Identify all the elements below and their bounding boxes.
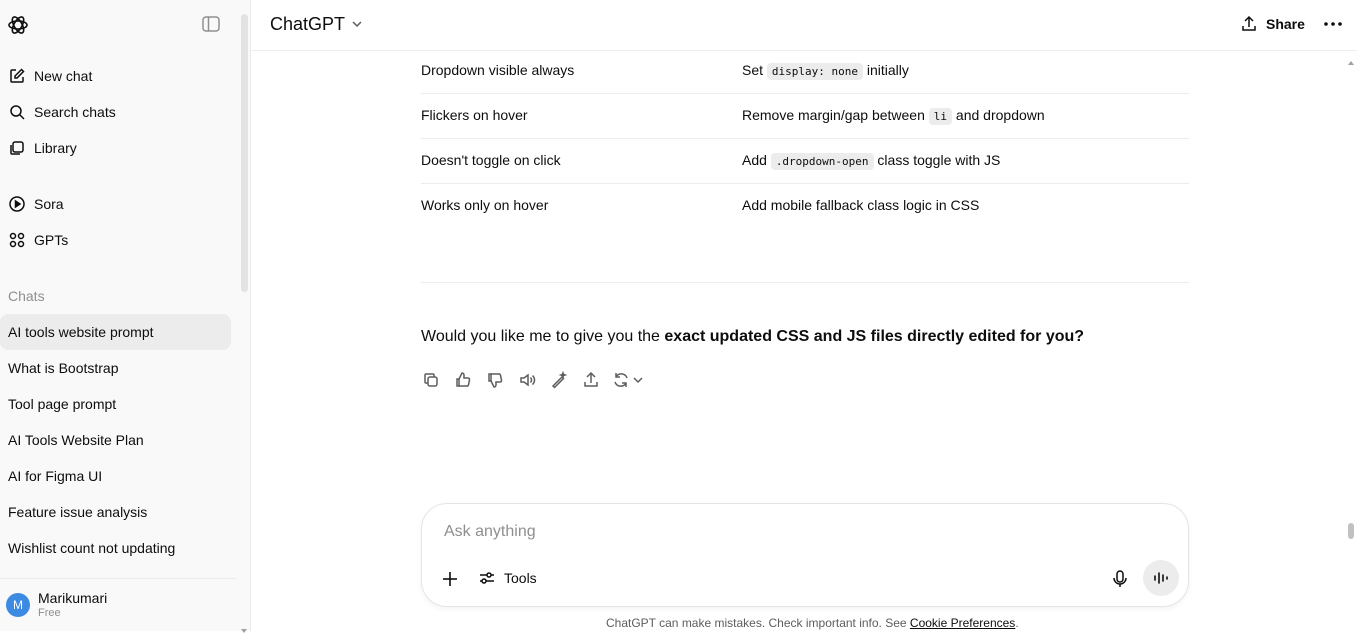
library-button[interactable]: Library	[0, 131, 231, 165]
share-label: Share	[1266, 16, 1305, 32]
user-plan: Free	[38, 607, 61, 619]
tools-label: Tools	[504, 570, 537, 586]
user-name: Marikumari	[38, 590, 108, 606]
scroll-down-arrow-icon[interactable]	[240, 622, 248, 633]
cookie-preferences-link[interactable]: Cookie Preferences	[910, 616, 1015, 630]
fix-cell: Add .dropdown-open class toggle with JS	[742, 152, 1001, 170]
waveform-icon	[1154, 572, 1168, 584]
problem-cell: Flickers on hover	[421, 107, 528, 123]
model-selector[interactable]: ChatGPT	[270, 14, 363, 35]
sliders-icon	[480, 572, 494, 584]
chat-item[interactable]: AI for Figma UI	[0, 458, 231, 494]
microphone-icon[interactable]	[1110, 569, 1130, 589]
fix-cell: Remove margin/gap between li and dropdow…	[742, 107, 1045, 125]
share-icon	[1242, 15, 1256, 31]
chat-item[interactable]: AI Tools Website Plan	[0, 422, 231, 458]
share-button[interactable]: Share	[1240, 12, 1305, 36]
main-scrollbar[interactable]	[1348, 523, 1354, 539]
divider	[421, 282, 1189, 283]
assistant-message: Would you like me to give you the exact …	[421, 328, 1085, 345]
table-row: Flickers on hover Remove margin/gap betw…	[421, 94, 1189, 139]
regenerate-icon[interactable]	[613, 370, 645, 390]
chat-item[interactable]: AI tools website prompt	[0, 314, 231, 350]
share-icon[interactable]	[581, 370, 601, 390]
nav-label: GPTs	[34, 232, 69, 248]
problem-cell: Doesn't toggle on click	[421, 152, 561, 168]
prompt-input[interactable]	[442, 522, 1086, 542]
grid-icon	[8, 231, 26, 249]
header: ChatGPT Share	[251, 0, 1357, 51]
message-actions	[421, 370, 657, 390]
gpts-button[interactable]: GPTs	[0, 223, 231, 257]
play-circle-icon	[8, 195, 26, 213]
fix-cell: Set display: none initially	[742, 62, 909, 80]
problem-cell: Dropdown visible always	[421, 62, 575, 78]
chatgpt-logo-icon[interactable]	[6, 13, 30, 37]
chat-item[interactable]: Feature issue analysis	[0, 494, 231, 530]
nav-label: Sora	[34, 196, 64, 212]
table-row: Dropdown visible always Set display: non…	[421, 49, 1189, 94]
new-chat-button[interactable]: New chat	[0, 59, 231, 93]
sidebar-toggle-icon[interactable]	[201, 15, 221, 33]
chat-item[interactable]: What is Bootstrap	[0, 350, 231, 386]
table-row: Works only on hover Add mobile fallback …	[421, 184, 1189, 229]
problem-cell: Works only on hover	[421, 197, 549, 213]
new-chat-icon	[8, 67, 26, 85]
sidebar: New chat Search chats Library Sora GPTs …	[0, 0, 251, 633]
chevron-down-icon	[351, 14, 363, 35]
edit-wand-icon[interactable]	[549, 370, 569, 390]
composer: Tools	[421, 503, 1189, 607]
search-icon	[8, 103, 26, 121]
fix-cell: Add mobile fallback class logic in CSS	[742, 197, 980, 213]
copy-icon[interactable]	[421, 370, 441, 390]
more-options-icon[interactable]	[1321, 12, 1345, 36]
chat-item[interactable]: Wishlist count not updating	[0, 530, 231, 566]
read-aloud-icon[interactable]	[517, 370, 537, 390]
nav-label: New chat	[34, 68, 93, 84]
thumbs-down-icon[interactable]	[485, 370, 505, 390]
tools-button[interactable]: Tools	[478, 569, 537, 587]
nav-label: Library	[34, 140, 77, 156]
user-profile[interactable]: M Marikumari Free	[6, 590, 107, 620]
chat-item[interactable]: Tool page prompt	[0, 386, 231, 422]
sidebar-scrollbar[interactable]	[241, 14, 248, 292]
search-chats-button[interactable]: Search chats	[0, 95, 231, 129]
divider	[0, 578, 236, 579]
avatar: M	[6, 593, 30, 617]
disclaimer: ChatGPT can make mistakes. Check importa…	[606, 616, 1019, 630]
nav-label: Search chats	[34, 104, 116, 120]
scroll-up-arrow-icon[interactable]	[1347, 54, 1355, 65]
voice-mode-button[interactable]	[1143, 560, 1179, 596]
library-icon	[8, 139, 26, 157]
sora-button[interactable]: Sora	[0, 187, 231, 221]
model-name: ChatGPT	[270, 14, 346, 34]
table-row: Doesn't toggle on click Add .dropdown-op…	[421, 139, 1189, 184]
plus-icon[interactable]	[440, 569, 460, 589]
thumbs-up-icon[interactable]	[453, 370, 473, 390]
chats-section-label: Chats	[8, 288, 45, 304]
